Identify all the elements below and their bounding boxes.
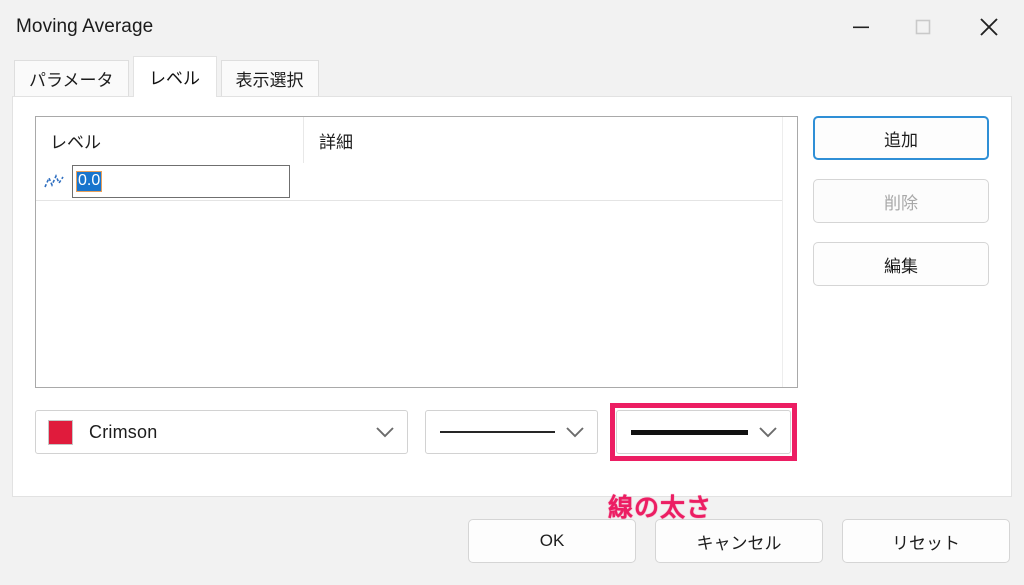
window-title: Moving Average xyxy=(16,16,154,37)
levels-list[interactable]: レベル 詳細 0.0 xyxy=(35,116,798,388)
color-name-label: Crimson xyxy=(89,421,158,442)
chevron-down-icon xyxy=(758,411,778,453)
column-header-level: レベル xyxy=(36,117,304,163)
color-dropdown[interactable]: Crimson xyxy=(35,410,408,454)
annotation-line-thickness: 線の太さ xyxy=(608,494,713,522)
style-control-row: Crimson xyxy=(35,403,989,461)
chevron-down-icon xyxy=(565,411,585,453)
table-row[interactable]: 0.0 xyxy=(36,163,797,201)
ok-button[interactable]: OK xyxy=(468,519,636,563)
cancel-button[interactable]: キャンセル xyxy=(655,519,823,563)
caption-button-group xyxy=(830,0,1024,54)
tab-label: パラメータ xyxy=(29,71,114,90)
dialog-footer: OK キャンセル リセット xyxy=(0,497,1024,585)
reset-button-label: リセット xyxy=(892,533,960,553)
minimize-button[interactable] xyxy=(830,0,892,54)
level-value-input[interactable]: 0.0 xyxy=(72,165,290,198)
chevron-down-icon xyxy=(375,411,395,453)
add-button[interactable]: 追加 xyxy=(813,116,989,160)
edit-button[interactable]: 編集 xyxy=(813,242,989,286)
tab-label: レベル xyxy=(149,69,200,88)
line-width-preview xyxy=(631,429,748,435)
edit-button-label: 編集 xyxy=(884,256,918,276)
tab-label: 表示選択 xyxy=(235,71,304,90)
line-style-preview xyxy=(440,431,555,433)
moving-average-dialog: Moving Average パラメータ レベル 表示選択 レベル 詳細 0.0… xyxy=(0,0,1024,585)
tab-display-selection[interactable]: 表示選択 xyxy=(220,60,319,96)
close-button[interactable] xyxy=(954,0,1024,54)
tab-parameters[interactable]: パラメータ xyxy=(14,60,129,96)
tab-levels[interactable]: レベル xyxy=(132,56,217,97)
title-bar: Moving Average xyxy=(0,0,1024,54)
line-style-dropdown[interactable] xyxy=(425,410,598,454)
list-action-buttons: 追加 削除 編集 xyxy=(813,116,989,286)
maximize-button[interactable] xyxy=(892,0,954,54)
reset-button[interactable]: リセット xyxy=(842,519,1010,563)
add-button-label: 追加 xyxy=(884,130,918,150)
levels-list-scrollbar[interactable] xyxy=(782,117,797,387)
delete-button[interactable]: 削除 xyxy=(813,179,989,223)
line-width-dropdown[interactable] xyxy=(610,403,797,461)
delete-button-label: 削除 xyxy=(884,193,918,213)
cancel-button-label: キャンセル xyxy=(696,533,782,553)
level-line-icon xyxy=(36,173,72,191)
ok-button-label: OK xyxy=(539,531,565,550)
tab-content-panel: レベル 詳細 0.0 追加 削除 編集 Crimson 線の太さ xyxy=(12,96,1012,522)
tab-strip: パラメータ レベル 表示選択 xyxy=(0,54,1024,97)
column-header-detail: 詳細 xyxy=(319,132,353,152)
levels-list-header: レベル 詳細 xyxy=(36,117,797,163)
level-value-text: 0.0 xyxy=(76,170,103,193)
color-swatch xyxy=(48,419,73,445)
